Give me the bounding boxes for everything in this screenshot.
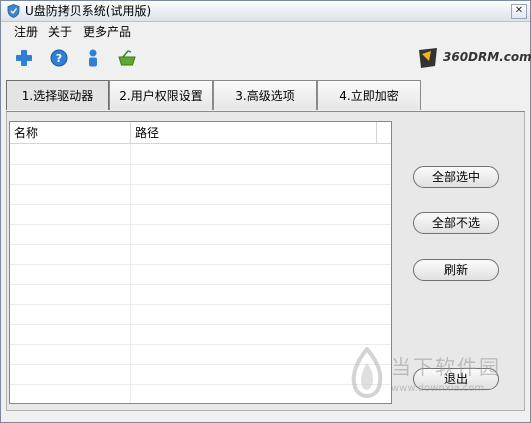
tab-select-drive[interactable]: 1.选择驱动器 (6, 80, 109, 110)
list-row-empty (10, 205, 391, 225)
menu-more-products[interactable]: 更多产品 (83, 25, 131, 39)
list-body (10, 145, 391, 403)
window-title: U盘防拷贝系统(试用版) (25, 4, 152, 18)
help-icon[interactable]: ? (48, 47, 70, 69)
drive-list[interactable]: 名称 路径 (9, 121, 392, 404)
tab-encrypt-now[interactable]: 4.立即加密 (317, 80, 421, 110)
list-row-empty (10, 165, 391, 185)
column-label: 名称 (14, 126, 39, 140)
menu-bar: 注册 关于 更多产品 (1, 22, 530, 42)
exit-button[interactable]: 退出 (413, 368, 499, 390)
select-none-button[interactable]: 全部不选 (413, 212, 499, 234)
tab-label: 4.立即加密 (339, 89, 399, 103)
user-icon[interactable] (82, 47, 104, 69)
add-icon[interactable] (13, 47, 35, 69)
tab-user-permissions[interactable]: 2.用户权限设置 (109, 80, 213, 110)
list-row-empty (10, 245, 391, 265)
tab-label: 2.用户权限设置 (119, 89, 203, 103)
tab-advanced-options[interactable]: 3.高级选项 (213, 80, 317, 110)
select-all-button[interactable]: 全部选中 (413, 166, 499, 188)
tab-label: 1.选择驱动器 (21, 89, 94, 103)
drm-logo-icon (419, 48, 437, 68)
title-bar[interactable]: U盘防拷贝系统(试用版) ✕ (1, 1, 530, 22)
column-header-name[interactable]: 名称 (10, 122, 131, 144)
tab-label: 3.高级选项 (235, 89, 295, 103)
list-row-empty (10, 385, 391, 403)
logo: 360DRM.com (417, 45, 531, 71)
tab-strip: 1.选择驱动器 2.用户权限设置 3.高级选项 4.立即加密 (6, 80, 426, 112)
column-header-path[interactable]: 路径 (131, 122, 377, 144)
list-row-empty (10, 185, 391, 205)
svg-text:?: ? (56, 52, 62, 65)
basket-icon[interactable] (116, 47, 138, 69)
list-row-empty (10, 325, 391, 345)
logo-text: 360DRM.com (443, 50, 531, 64)
column-label: 路径 (135, 126, 160, 140)
list-row-empty (10, 345, 391, 365)
menu-about[interactable]: 关于 (48, 25, 72, 39)
list-row-empty (10, 365, 391, 385)
refresh-button[interactable]: 刷新 (413, 259, 499, 281)
list-row-empty (10, 265, 391, 285)
column-header-filler (377, 122, 391, 144)
list-row-empty (10, 225, 391, 245)
list-row-empty (10, 305, 391, 325)
app-window: U盘防拷贝系统(试用版) ✕ 注册 关于 更多产品 ? 360DRM.com 1… (0, 0, 531, 423)
list-row-empty (10, 145, 391, 165)
shield-icon (7, 4, 20, 18)
menu-register[interactable]: 注册 (14, 25, 38, 39)
list-row-empty (10, 285, 391, 305)
close-icon: ✕ (514, 5, 524, 16)
list-header: 名称 路径 (10, 122, 391, 144)
close-button[interactable]: ✕ (511, 4, 527, 19)
